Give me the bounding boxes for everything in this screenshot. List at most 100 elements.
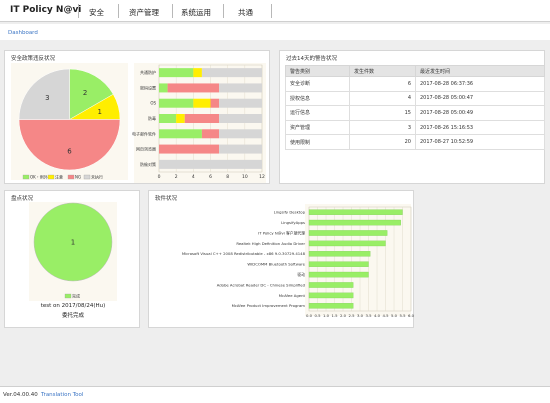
table-row[interactable]: 授权信息 4 2017-08-28 05:00:47 bbox=[285, 90, 545, 107]
nav-item-asset-management[interactable]: 资产管理 bbox=[129, 7, 159, 18]
x-tick-label: 12 bbox=[259, 174, 265, 180]
bar bbox=[308, 209, 403, 215]
legend-swatch bbox=[64, 293, 72, 299]
bar-segment bbox=[219, 98, 262, 108]
breadcrumb-bar: Dashboard bbox=[0, 24, 550, 40]
bar-segment bbox=[159, 129, 202, 139]
y-category-label: 密码设置 bbox=[140, 84, 156, 90]
bar-segment bbox=[219, 129, 262, 139]
x-tick-label: 3.5 bbox=[365, 313, 372, 318]
bar-segment bbox=[159, 144, 220, 154]
alert-last-time: 2017-08-27 10:52:59 bbox=[415, 134, 545, 150]
top-bar: IT Policy N@vi 安全 资产管理 系统运用 共通 bbox=[0, 0, 550, 22]
bar-segment bbox=[159, 83, 168, 93]
inventory-panel: 盘点状况 1 完成 test on 2017/08/24(Hu) 委托完成 bbox=[4, 190, 140, 328]
table-row[interactable]: 运行信息 15 2017-08-28 05:00:49 bbox=[285, 105, 545, 121]
x-tick-label: 4 bbox=[192, 174, 195, 180]
pie-value-label: 2 bbox=[83, 89, 87, 97]
alert-category: 授权信息 bbox=[285, 90, 350, 107]
version-label: Ver.04.00.40 bbox=[3, 392, 38, 398]
bar bbox=[308, 261, 369, 267]
y-category-label: Lingsify Desktop bbox=[274, 210, 306, 215]
bar-segment bbox=[219, 83, 262, 93]
y-category-label: OS bbox=[150, 101, 156, 106]
bar bbox=[308, 303, 354, 309]
nav-separator bbox=[78, 4, 79, 18]
app-logo: IT Policy N@vi bbox=[10, 5, 82, 15]
x-tick-label: 0.0 bbox=[306, 313, 313, 318]
x-tick-label: 0.5 bbox=[314, 313, 321, 318]
nav-item-common[interactable]: 共通 bbox=[238, 7, 253, 18]
alert-category: 资产管理 bbox=[285, 119, 350, 136]
alert-last-time: 2017-08-28 06:37:36 bbox=[415, 76, 545, 92]
nav-separator bbox=[172, 4, 173, 18]
y-category-label: Adobe Acrobat Reader DC - Chinese Simpli… bbox=[217, 282, 306, 287]
x-tick-label: 2 bbox=[175, 174, 178, 180]
y-category-label: 电子邮件软件 bbox=[132, 130, 156, 136]
bar-segment bbox=[159, 68, 194, 78]
y-category-label: 防偷对策 bbox=[140, 161, 156, 167]
bar-segment bbox=[159, 98, 194, 108]
x-tick-label: 5.5 bbox=[399, 313, 406, 318]
bar-segment bbox=[193, 98, 211, 108]
y-category-label: 网页浏览器 bbox=[136, 146, 156, 152]
x-tick-label: 1.5 bbox=[331, 313, 338, 318]
security-charts: 2 1 6 3 OK・例外 注意 NG 未执行 0 2 4 6 8 10 12 共通防护密码设置 OS 防毒电… bbox=[11, 63, 266, 183]
pie-value-label: 1 bbox=[98, 108, 102, 116]
table-row[interactable]: 资产管理 3 2017-08-26 15:16:53 bbox=[285, 119, 545, 136]
x-tick-label: 6 bbox=[209, 174, 212, 180]
y-category-label: Microsoft Visual C++ 2008 Redistributabl… bbox=[182, 251, 306, 256]
bar-segment bbox=[159, 114, 177, 123]
bar-segment bbox=[176, 114, 185, 123]
bar-segment bbox=[210, 98, 220, 108]
y-category-label: 驱动 bbox=[297, 272, 305, 277]
software-chart: 0.0 0.5 1.0 1.5 2.0 2.5 3.0 3.5 4.0 4.5 5.0 5.5 6.0 L… bbox=[182, 204, 415, 318]
x-tick-label: 0 bbox=[158, 174, 161, 180]
alert-last-time: 2017-08-28 05:00:49 bbox=[415, 105, 545, 121]
alert-category: 安全诊断 bbox=[285, 76, 350, 92]
bar-segment bbox=[184, 114, 220, 123]
alert-count: 15 bbox=[349, 105, 416, 121]
bar bbox=[308, 251, 371, 257]
column-header-last: 最近发生时间 bbox=[415, 65, 545, 77]
column-header-category: 警告类别 bbox=[285, 65, 350, 77]
legend-label: 注意 bbox=[55, 174, 63, 180]
bar-segment bbox=[201, 129, 220, 139]
legend-swatch bbox=[83, 174, 91, 180]
breadcrumb-dashboard[interactable]: Dashboard bbox=[8, 30, 38, 36]
y-category-label: IT Policy N@vi 客户端代理 bbox=[258, 230, 305, 235]
legend-swatch bbox=[22, 174, 30, 180]
x-tick-label: 4.0 bbox=[374, 313, 381, 318]
bar bbox=[308, 282, 354, 288]
footer: Ver.04.00.40 Translation Tool bbox=[0, 386, 550, 403]
legend-label: OK・例外 bbox=[30, 174, 48, 180]
nav-separator bbox=[271, 4, 272, 18]
y-category-label: 共通防护 bbox=[140, 69, 156, 75]
pie-value-label: 3 bbox=[45, 94, 49, 102]
y-category-label: McAfee Agent bbox=[279, 293, 306, 298]
table-row[interactable]: 安全诊断 6 2017-08-28 06:37:36 bbox=[285, 76, 545, 92]
alert-count: 4 bbox=[349, 90, 416, 107]
alert-count: 3 bbox=[349, 119, 416, 136]
table-row[interactable]: 使用限制 20 2017-08-27 10:52:59 bbox=[285, 134, 545, 150]
pie-value-label: 1 bbox=[71, 239, 75, 247]
legend-label: NG bbox=[75, 175, 81, 180]
bar-segment bbox=[219, 114, 262, 123]
translation-tool-link[interactable]: Translation Tool bbox=[41, 392, 83, 398]
x-tick-label: 2.5 bbox=[348, 313, 355, 318]
alert-last-time: 2017-08-28 05:00:47 bbox=[415, 90, 545, 107]
x-tick-label: 1.0 bbox=[323, 313, 330, 318]
bar bbox=[308, 271, 369, 278]
alert-count: 20 bbox=[349, 134, 416, 150]
legend-swatch bbox=[67, 174, 75, 180]
nav-item-system-operation[interactable]: 系统运用 bbox=[181, 7, 211, 18]
inventory-caption: test on 2017/08/24(Hu) bbox=[40, 303, 106, 309]
column-header-count: 发生件数 bbox=[349, 65, 416, 77]
software-panel: 软件状况 0.0 0.5 1.0 1.5 2.0 2.5 3.0 3.5 4.0 4.5 5.0 5.… bbox=[148, 190, 415, 328]
alert-category: 运行信息 bbox=[285, 105, 350, 121]
y-category-label: McAfee Product Improvement Program bbox=[232, 303, 306, 308]
nav-item-security[interactable]: 安全 bbox=[89, 7, 104, 18]
alerts-panel: 过去14天的警告状况 警告类别 发生件数 最近发生时间 安全诊断 6 2017-… bbox=[279, 50, 545, 184]
x-tick-label: 6.0 bbox=[408, 313, 415, 318]
bar-segment bbox=[193, 68, 202, 78]
